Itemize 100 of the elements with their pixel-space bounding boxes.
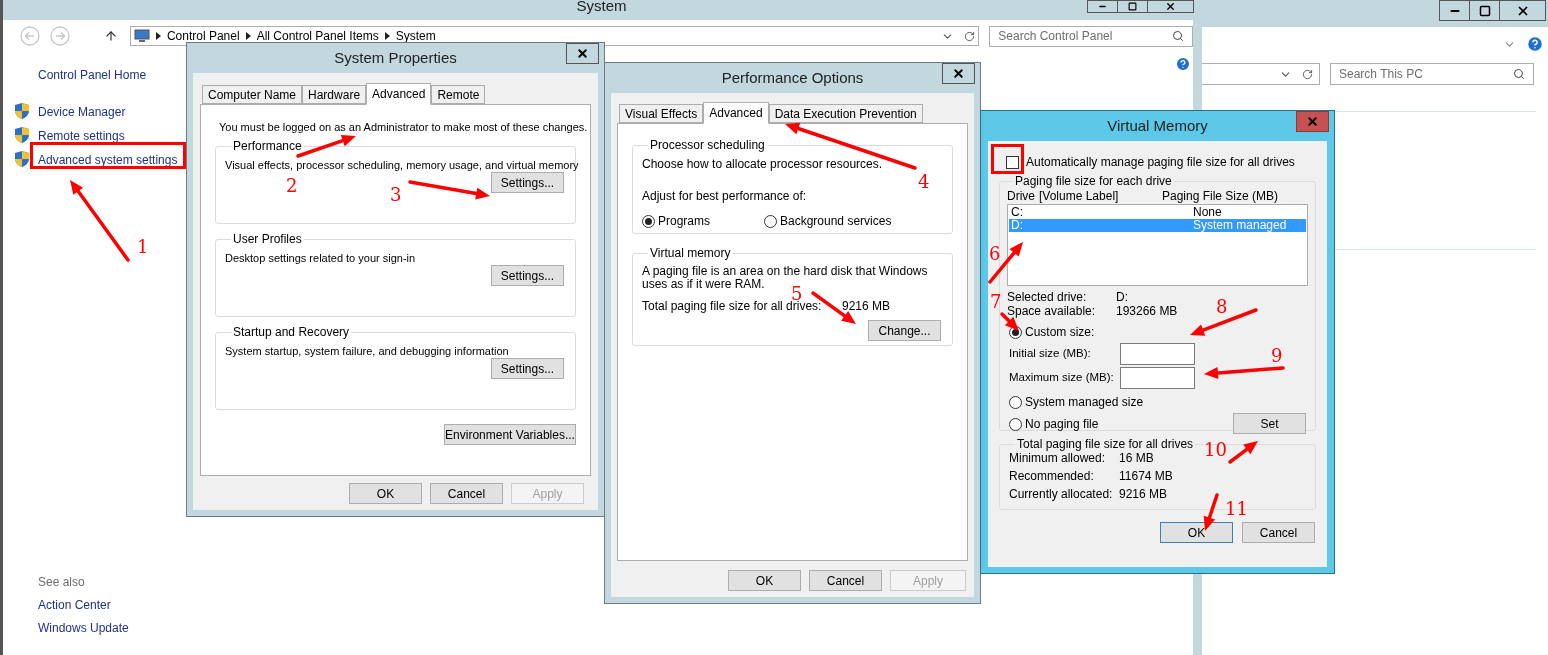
close-button[interactable] xyxy=(1500,0,1546,21)
tab[interactable]: Computer Name xyxy=(202,85,303,104)
computer-icon xyxy=(133,29,150,43)
dialog-button[interactable]: Cancel xyxy=(809,570,882,591)
info-label: Selected drive: xyxy=(1007,290,1088,304)
dialog-button[interactable]: Cancel xyxy=(430,483,503,504)
chevron-icon xyxy=(384,32,390,40)
group-description: System startup, system failure, and debugging information xyxy=(225,344,509,358)
radio-label[interactable]: Custom size: xyxy=(1025,323,1095,341)
radio-label[interactable]: Background services xyxy=(780,212,892,230)
info-value: 16 MB xyxy=(1119,451,1154,465)
step-number: 2 xyxy=(286,176,298,196)
search-field[interactable]: Search This PC xyxy=(1330,63,1534,85)
tab[interactable]: Advanced xyxy=(366,83,432,105)
radio-button[interactable] xyxy=(642,214,655,228)
info-label: Minimum allowed: xyxy=(1009,451,1107,465)
dialog-button[interactable]: Settings... xyxy=(491,358,564,379)
help-icon[interactable] xyxy=(1526,35,1544,53)
nav-link[interactable]: Remote settings xyxy=(38,129,125,143)
dialog-button[interactable]: Settings... xyxy=(491,172,564,193)
tab[interactable]: Hardware xyxy=(302,85,367,104)
tab[interactable]: Advanced xyxy=(703,102,769,124)
radio-button[interactable] xyxy=(1009,395,1022,409)
dialog-button[interactable]: Change... xyxy=(868,320,941,341)
minimize-button[interactable] xyxy=(1439,0,1470,21)
dialog-button[interactable]: Cancel xyxy=(1242,522,1315,543)
close-icon xyxy=(1306,115,1319,128)
radio-button[interactable] xyxy=(1009,417,1022,431)
info-label: Currently allocated: xyxy=(1009,487,1114,501)
nav-link[interactable]: Windows Update xyxy=(38,620,178,636)
step-number: 1 xyxy=(137,237,149,257)
tab[interactable]: Visual Effects xyxy=(619,104,704,123)
maximize-button[interactable] xyxy=(1470,0,1500,21)
dialog-button[interactable]: OK xyxy=(1160,522,1233,543)
dialog-title: Virtual Memory xyxy=(1107,115,1208,136)
close-button[interactable] xyxy=(1148,0,1194,13)
list-row[interactable]: C: None xyxy=(1009,206,1306,219)
breadcrumb-item[interactable]: All Control Panel Items xyxy=(256,29,379,43)
search-icon xyxy=(1513,68,1525,80)
step-number: 7 xyxy=(990,292,1002,312)
tab[interactable]: Remote xyxy=(431,85,486,104)
checkbox-label[interactable]: Automatically manage paging file size for all drives xyxy=(1026,155,1295,169)
tab[interactable]: Data Execution Prevention xyxy=(768,104,923,123)
step-number: 11 xyxy=(1225,499,1248,519)
group-title: Startup and Recovery xyxy=(232,325,351,339)
search-icon xyxy=(1172,30,1184,42)
close-button[interactable] xyxy=(942,63,975,84)
dialog-title: Performance Options xyxy=(721,67,864,88)
arrow xyxy=(988,242,1023,284)
info-label: Space available: xyxy=(1007,304,1097,318)
chevron-icon xyxy=(245,32,251,40)
dialog-button[interactable]: OK xyxy=(728,570,801,591)
dialog-button[interactable]: Set xyxy=(1233,413,1306,434)
window-title: System xyxy=(576,0,627,12)
group-title: Processor scheduling xyxy=(649,138,766,152)
arrow xyxy=(1203,493,1219,531)
breadcrumb-item[interactable]: Control Panel xyxy=(166,29,240,43)
step-number: 4 xyxy=(918,172,930,192)
info-value: D: xyxy=(1116,290,1128,304)
group-description: Desktop settings related to your sign-in xyxy=(225,251,416,265)
radio-label[interactable]: Programs xyxy=(658,212,710,230)
group-title: Paging file size for each drive xyxy=(1014,174,1173,188)
info-value: 193266 MB xyxy=(1116,304,1178,318)
dialog-button[interactable]: Environment Variables... xyxy=(444,424,576,445)
input-field[interactable] xyxy=(1120,343,1195,365)
radio-label[interactable]: No paging file xyxy=(1025,415,1099,433)
group-description: Choose how to allocate processor resources. xyxy=(642,157,884,171)
step-number: 8 xyxy=(1216,297,1228,317)
group-title: Total paging file size for all drives xyxy=(1016,437,1195,451)
nav-link[interactable]: Control Panel Home xyxy=(38,67,178,83)
column-header: Paging File Size (MB) xyxy=(1162,189,1279,203)
input-field[interactable] xyxy=(1120,367,1195,389)
arrow xyxy=(1228,441,1258,464)
dialog-button[interactable]: Settings... xyxy=(491,265,564,286)
total-value: 9216 MB xyxy=(842,298,891,315)
step-number: 10 xyxy=(1204,440,1227,460)
info-label: Recommended: xyxy=(1009,469,1095,483)
group-description: Visual effects, processor scheduling, memory usage, and virtual memory xyxy=(225,158,579,172)
info-value: 9216 MB xyxy=(1119,487,1168,501)
nav-link[interactable]: Advanced system settings xyxy=(38,153,178,167)
checkbox[interactable] xyxy=(1006,155,1019,169)
notice-text: You must be logged on as an Administrator to make most of these changes. xyxy=(218,120,589,134)
nav-link[interactable]: Action Center xyxy=(38,597,178,613)
radio-label[interactable]: System managed size xyxy=(1025,393,1144,411)
maximize-button[interactable] xyxy=(1118,0,1148,13)
dialog-button[interactable]: OK xyxy=(349,483,422,504)
shield-icon xyxy=(15,103,29,119)
nav-link[interactable]: Device Manager xyxy=(38,105,126,119)
column-header: Drive xyxy=(1007,189,1036,203)
field-label: Maximum size (MB): xyxy=(1009,370,1115,386)
close-button[interactable] xyxy=(566,43,599,64)
refresh-icon[interactable] xyxy=(1302,68,1313,80)
up-icon[interactable] xyxy=(103,29,118,43)
search-field[interactable]: Search Control Panel xyxy=(989,25,1193,47)
drive-list[interactable]: C: None D: System managed xyxy=(1007,204,1308,286)
close-icon xyxy=(952,67,965,80)
breadcrumb-item[interactable]: System xyxy=(395,29,436,43)
radio-button[interactable] xyxy=(764,214,777,228)
help-icon[interactable] xyxy=(1175,56,1191,72)
refresh-icon[interactable] xyxy=(964,30,976,42)
